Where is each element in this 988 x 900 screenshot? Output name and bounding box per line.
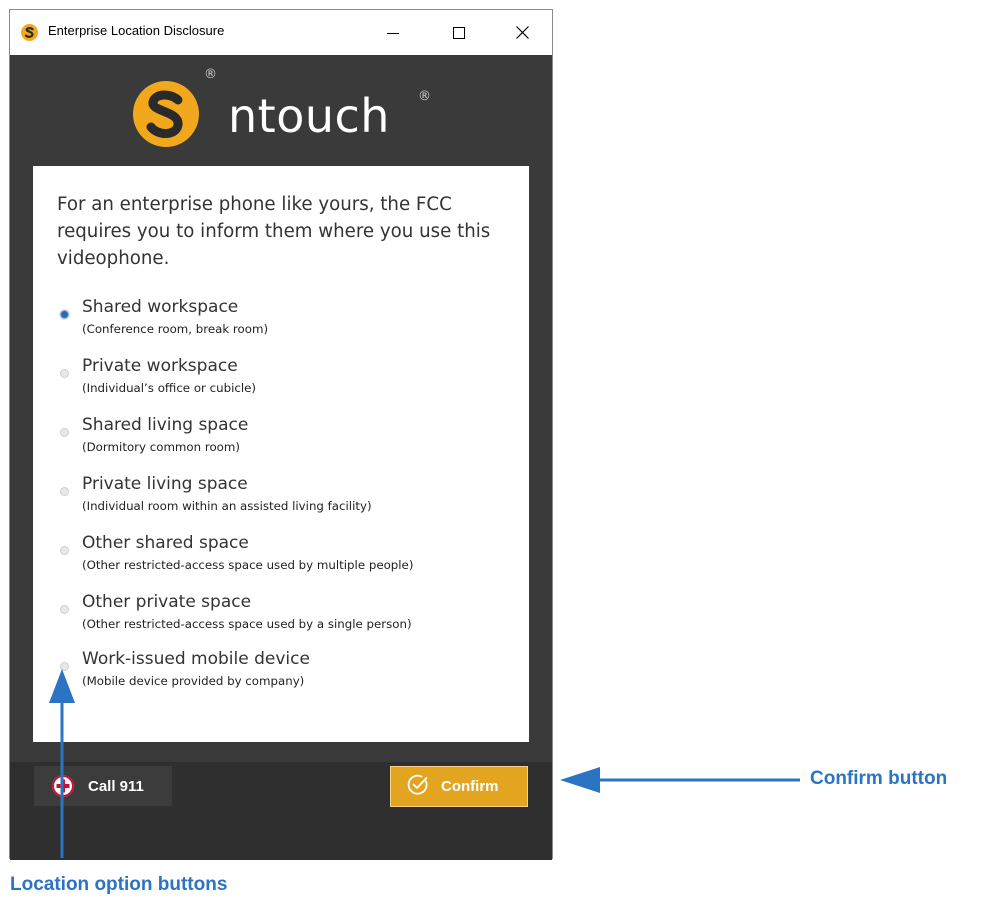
- location-options-annotation: Location option buttons: [10, 874, 228, 895]
- arrow-left-icon: [560, 767, 800, 793]
- arrow-up-icon: [49, 669, 75, 858]
- confirm-button-annotation: Confirm button: [810, 768, 948, 789]
- annotation-arrows: [49, 669, 800, 858]
